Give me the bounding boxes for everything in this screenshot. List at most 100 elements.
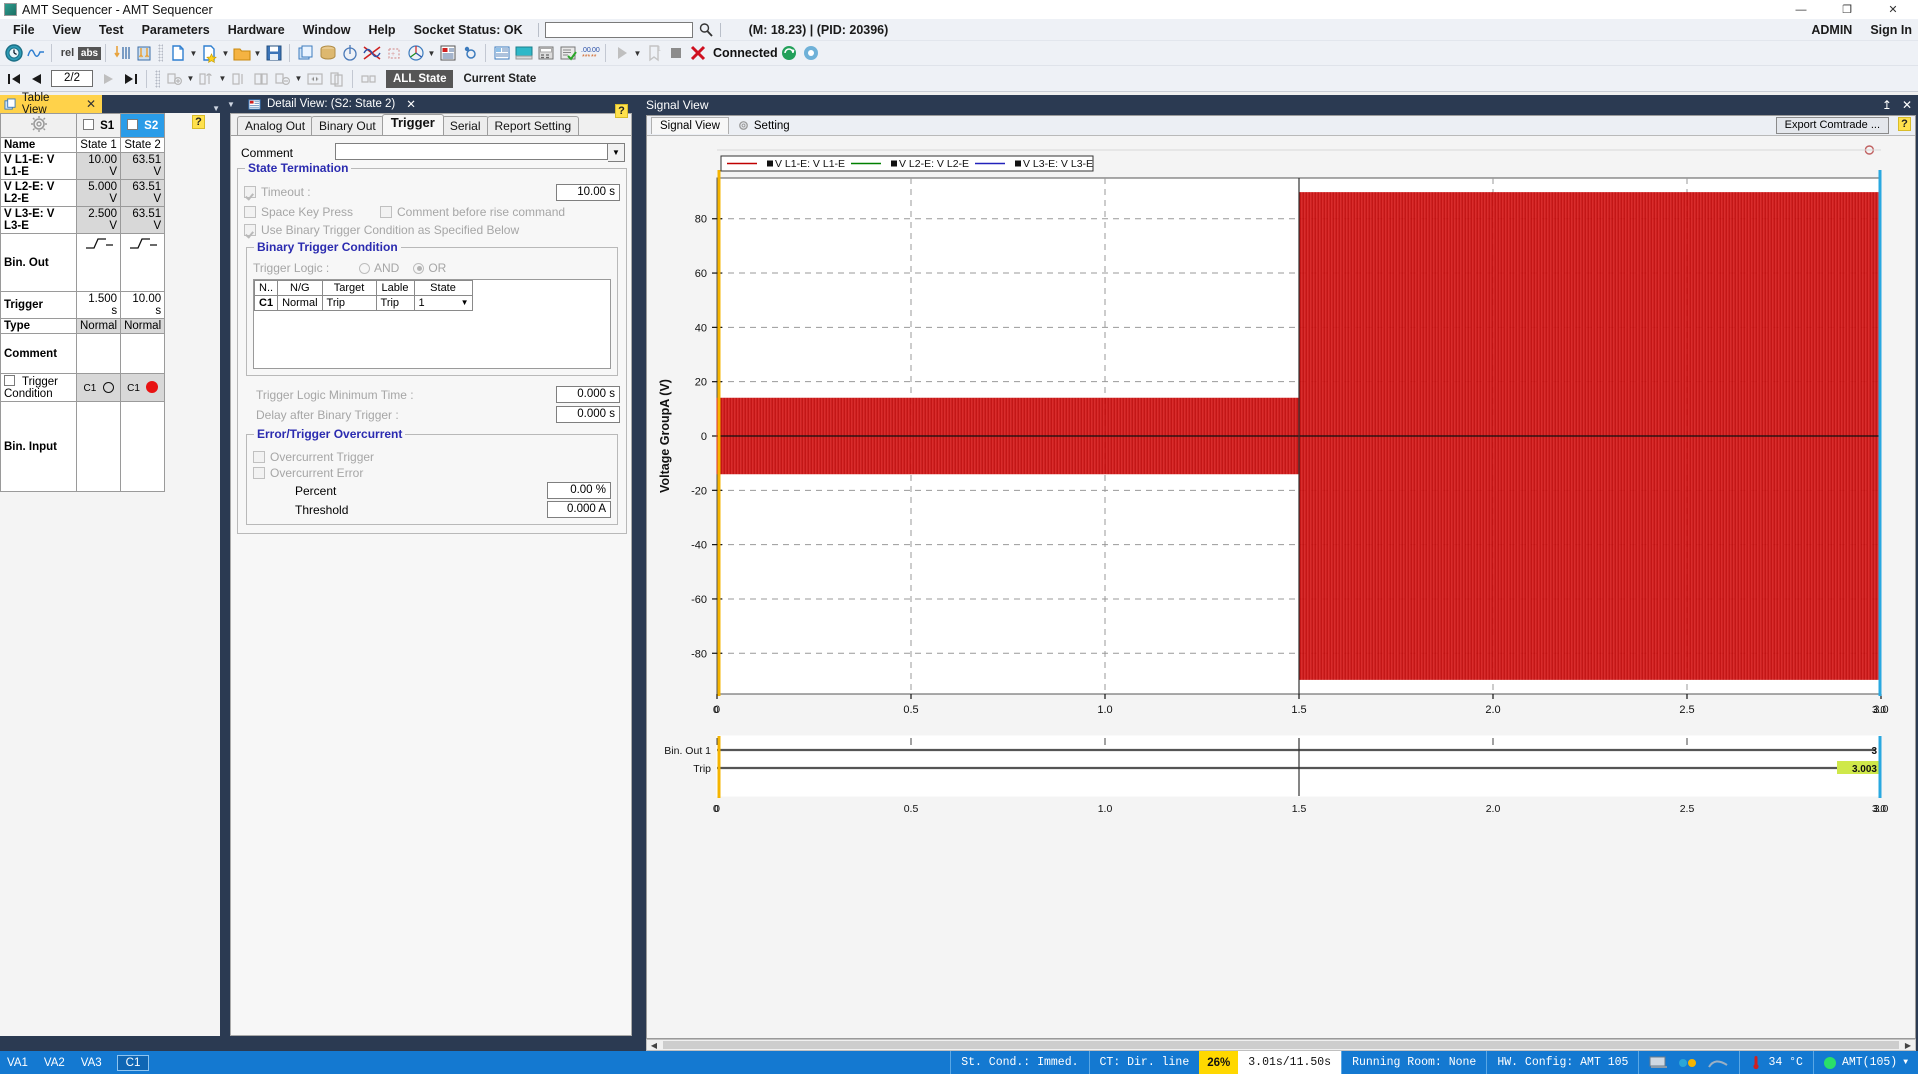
tab-table-view-close[interactable]: ✕ [86,97,96,111]
vector-diagram-dropdown[interactable]: ▼ [427,43,436,64]
status-tab-c1[interactable]: C1 [117,1055,150,1071]
search-input[interactable] [545,22,693,38]
cell-name-s1[interactable]: State 1 [77,138,121,153]
cell-type-s1[interactable]: Normal [77,319,121,334]
add-state-icon[interactable] [164,68,185,89]
tab-detail-view[interactable]: Detail View: (S2: State 2) ✕ [240,95,424,113]
btc-cell-ng[interactable]: Normal [278,296,322,311]
pin-icon[interactable]: ↥ [1882,98,1892,112]
open-folder-icon[interactable] [231,43,252,64]
minimize-button[interactable]: — [1778,0,1824,19]
trigger-logic-and-option[interactable]: AND [359,261,399,275]
open-folder-dropdown[interactable]: ▼ [253,43,262,64]
new-from-template-icon[interactable] [199,43,220,64]
tab-serial[interactable]: Serial [442,116,489,135]
percent-input[interactable]: 0.00 % [547,482,611,499]
copy-table-icon[interactable] [326,68,347,89]
next-state-icon[interactable] [98,68,119,89]
space-key-press-checkbox[interactable] [244,206,256,218]
cell-vl1e-s1[interactable]: 10.00 V [77,153,121,180]
overcurrent-error-checkbox[interactable] [253,467,265,479]
cell-trigger-s1[interactable]: 1.500 s [77,292,121,319]
clock-icon[interactable] [3,43,24,64]
tab-detail-view-close[interactable]: ✕ [406,97,416,111]
btc-cell-lable[interactable]: Trip [376,296,414,311]
column-header-s1[interactable]: S1 [77,114,121,138]
tab-setting[interactable]: Setting [729,117,798,134]
report-icon[interactable] [437,43,458,64]
min-time-input[interactable]: 0.000 s [556,386,620,403]
menu-test[interactable]: Test [90,21,133,39]
add-state-dropdown[interactable]: ▼ [186,68,195,89]
calculator-icon[interactable] [535,43,556,64]
vector-diagram-icon[interactable] [405,43,426,64]
trigger-condition-checkbox[interactable] [4,375,15,386]
table-view-icon[interactable] [295,43,316,64]
cell-trigger-s2[interactable]: 10.00 s [121,292,165,319]
signal-view-hscrollbar[interactable]: ◀ ▶ [646,1039,1916,1051]
first-state-icon[interactable] [3,68,24,89]
connection-settings-icon[interactable] [801,43,822,64]
duplicate-state-icon[interactable] [250,68,271,89]
search-icon[interactable] [698,22,714,38]
device-dropdown-icon[interactable]: ▼ [1903,1058,1908,1067]
gear-blue-icon[interactable] [459,43,480,64]
btc-state-dropdown-icon[interactable]: ▼ [461,298,469,307]
cell-comment-s1[interactable] [77,334,121,374]
insert-state-dropdown[interactable]: ▼ [218,68,227,89]
network-icon[interactable] [1677,1055,1699,1070]
cell-type-s2[interactable]: Normal [121,319,165,334]
cell-comment-s2[interactable] [121,334,165,374]
detail-view-dock-menu[interactable]: ▼ [222,100,240,109]
checked-report-icon[interactable] [557,43,578,64]
s2-checkbox[interactable] [127,119,138,130]
stop-icon[interactable] [665,43,686,64]
table-view-dock-menu[interactable]: ▼ [212,104,220,113]
save-icon[interactable] [263,43,284,64]
cell-vl2e-s1[interactable]: 5.000 V [77,180,121,207]
s1-checkbox[interactable] [83,119,94,130]
harmonics-icon[interactable] [361,43,382,64]
settings-gear-cell[interactable] [1,114,77,138]
nav-grip[interactable] [155,70,160,88]
remove-state-icon[interactable] [272,68,293,89]
last-state-icon[interactable] [120,68,141,89]
scroll-thumb[interactable] [663,1041,1899,1049]
detail-view-icon[interactable] [491,43,512,64]
column-header-s2[interactable]: S2 [121,114,165,138]
previous-state-icon[interactable] [25,68,46,89]
btc-cell-state[interactable]: 1 ▼ [414,296,472,311]
absolute-mode-button[interactable]: abs [79,43,100,64]
cell-bin-out-s1[interactable] [77,234,121,292]
insert-state-icon[interactable] [196,68,217,89]
close-button[interactable]: ✕ [1870,0,1916,19]
cell-vl2e-s2[interactable]: 63.51 V [121,180,165,207]
cell-trigger-condition-s2[interactable]: C1 [121,374,165,402]
export-comtrade-button[interactable]: Export Comtrade ... [1776,117,1889,134]
database-icon[interactable] [317,43,338,64]
monitor-icon[interactable] [513,43,534,64]
bookmark-icon[interactable]: 1 [643,43,664,64]
chart-plot-area[interactable]: V L1-E: V L1-EV L2-E: V L2-EV L3-E: V L3… [647,136,1915,1038]
play-icon[interactable] [611,43,632,64]
toolbar-grip[interactable] [158,44,163,62]
current-state-button[interactable]: Current State [463,73,536,85]
sine-wave-icon[interactable] [25,43,46,64]
insert-right-icon[interactable] [133,43,154,64]
timeout-value-input[interactable]: 10.00 s [556,184,620,201]
table-view-help-icon[interactable]: ? [192,115,205,129]
status-tab-va2[interactable]: VA2 [39,1055,70,1071]
menu-window[interactable]: Window [294,21,360,39]
cell-vl3e-s2[interactable]: 63.51 V [121,207,165,234]
copy-state-icon[interactable] [228,68,249,89]
state-layout-icon[interactable] [358,68,379,89]
tab-trigger[interactable]: Trigger [382,114,444,135]
cell-vl1e-s2[interactable]: 63.51 V [121,153,165,180]
menu-parameters[interactable]: Parameters [133,21,219,39]
overcurrent-trigger-checkbox[interactable] [253,451,265,463]
timeout-checkbox[interactable] [244,186,256,198]
menu-view[interactable]: View [44,21,90,39]
tab-binary-out[interactable]: Binary Out [311,116,384,135]
tab-table-view[interactable]: Table View ✕ [0,95,102,113]
trigger-logic-or-option[interactable]: OR [413,261,446,275]
